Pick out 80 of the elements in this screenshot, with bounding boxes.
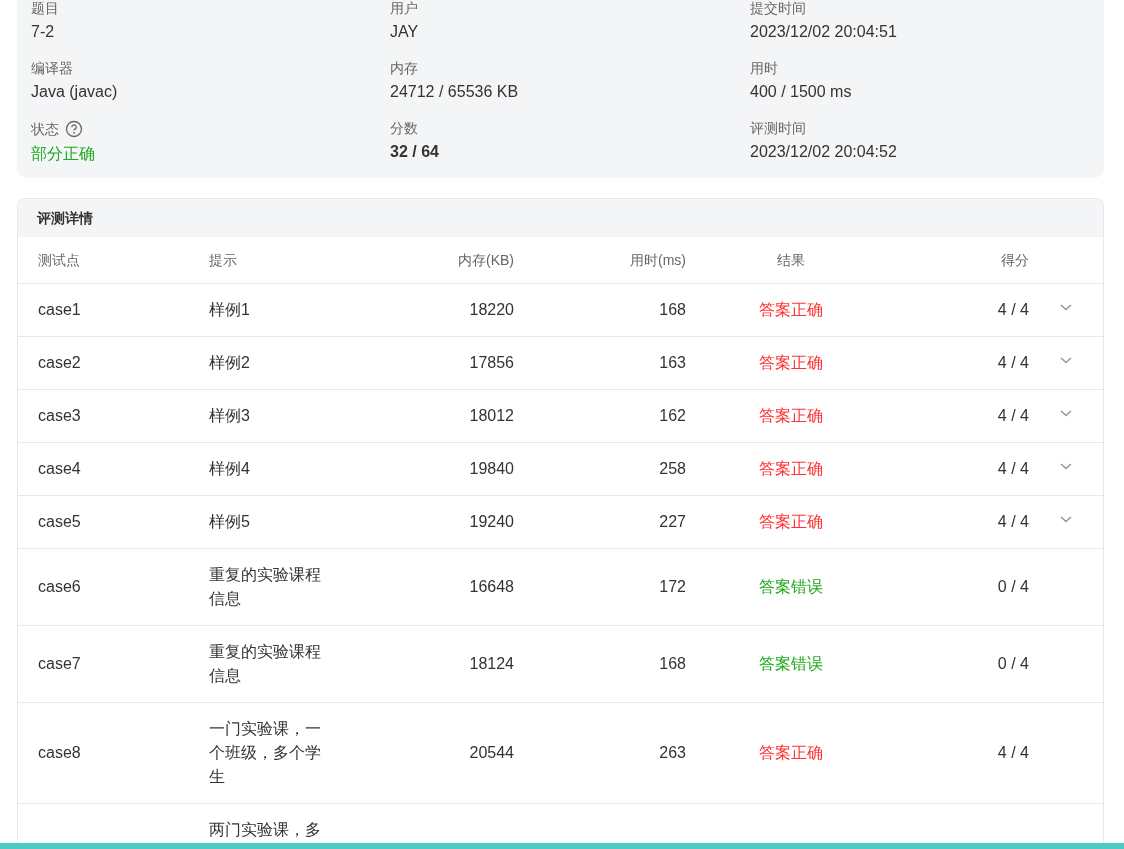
table-cell-text: 0 / 4: [996, 577, 1029, 597]
field-label: 状态: [31, 121, 59, 137]
table-cell-text: 4 / 4: [996, 743, 1029, 763]
result-text: 答案正确: [758, 459, 824, 479]
result-text: 答案正确: [758, 353, 824, 373]
table-cell-text: 168: [658, 654, 686, 674]
column-header: 用时(ms): [629, 250, 686, 270]
table-cell-text: 163: [658, 353, 686, 373]
table-cell-text: 样例2: [209, 353, 251, 373]
column-header: 内存(KB): [457, 250, 514, 270]
result-text: 答案正确: [758, 406, 824, 426]
chevron-down-icon[interactable]: [1059, 355, 1073, 365]
column-header: 测试点: [38, 250, 81, 270]
table-cell-text: case1: [38, 300, 82, 320]
table-cell-text: 4 / 4: [996, 406, 1029, 426]
table-cell-text: 重复的实验课程信息: [209, 642, 322, 686]
field-label: 内存: [390, 60, 418, 76]
table-cell-text: 样例5: [209, 512, 251, 532]
result-text: 答案正确: [758, 300, 824, 320]
table-cell-text: case3: [38, 406, 82, 426]
column-header: 提示: [209, 250, 238, 270]
chevron-down-icon[interactable]: [1059, 461, 1073, 471]
column-header: 结果: [776, 250, 806, 270]
table-cell-text: 162: [658, 406, 686, 426]
table-cell-text: 19840: [468, 459, 514, 479]
field-value: 部分正确: [31, 144, 96, 164]
table-cell-text: case4: [38, 459, 82, 479]
column-header: 得分: [1000, 250, 1029, 270]
field-value: 2023/12/02 20:04:51: [750, 22, 898, 42]
table-cell-text: 258: [658, 459, 686, 479]
help-icon[interactable]: [65, 120, 83, 138]
field-value: 24712 / 65536 KB: [390, 82, 520, 102]
table-cell-text: 重复的实验课程信息: [209, 565, 322, 609]
table-cell-text: 样例4: [209, 459, 251, 479]
table-cell-text: 17856: [468, 353, 514, 373]
table-cell-text: 4 / 4: [996, 512, 1029, 532]
table-cell-text: case2: [38, 353, 82, 373]
field-label: 用时: [750, 60, 778, 76]
table-cell-text: case7: [38, 654, 82, 674]
field-value: JAY: [390, 22, 420, 42]
table-cell-text: 18124: [468, 654, 514, 674]
field-label: 提交时间: [750, 0, 806, 16]
table-cell-text: case8: [38, 743, 82, 763]
table-cell-text: 263: [658, 743, 686, 763]
section-title: 评测详情: [18, 199, 1103, 237]
table-cell-text: 4 / 4: [996, 353, 1029, 373]
result-text: 答案错误: [758, 654, 824, 674]
table-cell-text: 4 / 4: [996, 459, 1029, 479]
table-cell-text: 227: [658, 512, 686, 532]
chevron-down-icon[interactable]: [1059, 514, 1073, 524]
table-cell-text: 168: [658, 300, 686, 320]
field-label: 评测时间: [750, 120, 806, 136]
table-cell-text: case5: [38, 512, 82, 532]
field-label: 题目: [31, 0, 59, 16]
table-cell-text: 16648: [468, 577, 514, 597]
field-value: 400 / 1500 ms: [750, 82, 853, 102]
table-cell-text: 0 / 4: [996, 654, 1029, 674]
field-value: 2023/12/02 20:04:52: [750, 142, 898, 162]
table-cell-text: 4 / 4: [996, 300, 1029, 320]
table-cell-text: case6: [38, 577, 82, 597]
field-label: 编译器: [31, 60, 73, 76]
table-cell-text: 20544: [468, 743, 514, 763]
table-cell-text: 19240: [468, 512, 514, 532]
chevron-down-icon[interactable]: [1059, 408, 1073, 418]
table-cell-text: 18012: [468, 406, 514, 426]
result-text: 答案正确: [758, 512, 824, 532]
table-cell-text: 两门实验课，多: [209, 820, 322, 840]
chevron-down-icon[interactable]: [1059, 302, 1073, 312]
field-value: Java (javac): [31, 82, 119, 102]
table-cell-text: 一门实验课，一个班级，多个学生: [209, 719, 322, 787]
table-cell-text: 172: [658, 577, 686, 597]
table-cell-text: 样例3: [209, 406, 251, 426]
field-label: 分数: [390, 120, 418, 136]
result-text: 答案错误: [758, 577, 824, 597]
result-text: 答案正确: [758, 743, 824, 763]
table-cell-text: 样例1: [209, 300, 251, 320]
field-label: 用户: [390, 0, 418, 16]
field-value: 7-2: [31, 22, 56, 42]
field-value: 32 / 64: [390, 142, 440, 162]
table-cell-text: 18220: [468, 300, 514, 320]
